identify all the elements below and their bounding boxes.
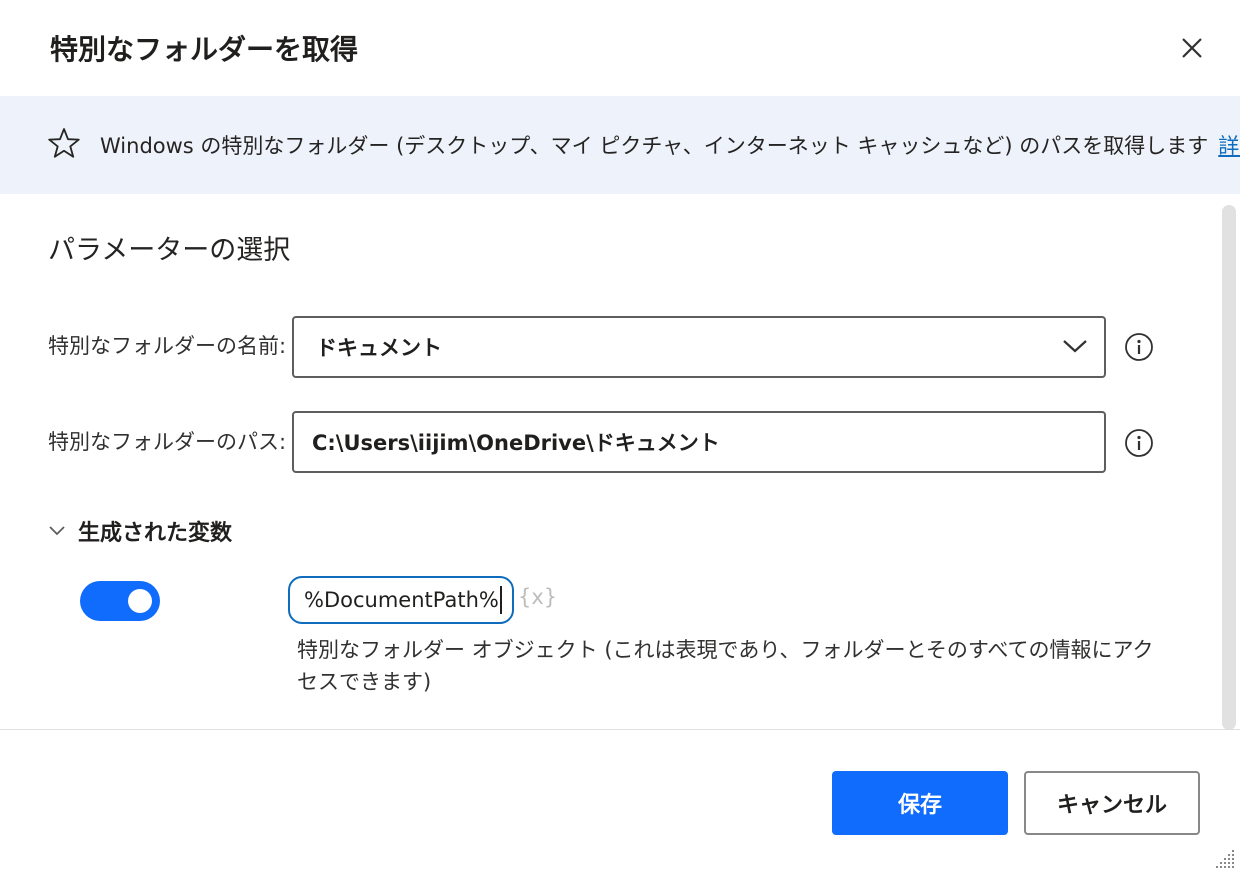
folder-path-value: C:\Users\iijim\OneDrive\ドキュメント — [312, 431, 720, 455]
variable-description: 特別なフォルダー オブジェクト (これは表現であり、フォルダーとそのすべての情報… — [297, 638, 1154, 694]
folder-path-label: 特別なフォルダーのパス: — [48, 430, 287, 454]
chevron-down-icon — [49, 526, 65, 536]
section-title-parameters: パラメーターの選択 — [48, 235, 291, 266]
footer-divider — [0, 729, 1240, 730]
chevron-down-icon — [1063, 340, 1087, 353]
variable-enable-toggle[interactable] — [80, 581, 160, 621]
info-icon[interactable] — [1124, 332, 1154, 362]
save-button[interactable]: 保存 — [832, 771, 1008, 835]
variable-name-value: %DocumentPath% — [304, 588, 499, 612]
toggle-knob — [128, 589, 152, 613]
scrollbar[interactable] — [1222, 205, 1236, 730]
dialog-title: 特別なフォルダーを取得 — [50, 33, 359, 66]
folder-name-dropdown[interactable]: ドキュメント — [292, 316, 1106, 378]
folder-path-field[interactable]: C:\Users\iijim\OneDrive\ドキュメント — [292, 411, 1106, 473]
close-button[interactable] — [1172, 28, 1212, 68]
generated-variables-header: 生成された変数 — [78, 521, 233, 546]
folder-name-label: 特別なフォルダーの名前: — [48, 334, 287, 358]
folder-name-value: ドキュメント — [316, 336, 442, 360]
generated-variables-toggle[interactable]: 生成された変数 — [48, 515, 232, 547]
resize-grip-icon[interactable] — [1214, 848, 1236, 870]
banner-description: Windows の特別なフォルダー (デスクトップ、マイ ピクチャ、インターネッ… — [100, 134, 1209, 158]
variable-picker-button[interactable]: {x} — [518, 585, 557, 609]
info-banner: Windows の特別なフォルダー (デスクトップ、マイ ピクチャ、インターネッ… — [0, 96, 1240, 194]
cancel-button[interactable]: キャンセル — [1024, 771, 1200, 835]
star-outline-icon — [48, 128, 80, 158]
info-icon[interactable] — [1124, 428, 1154, 458]
variable-name-input[interactable]: %DocumentPath% — [288, 576, 514, 624]
close-icon — [1182, 38, 1202, 58]
text-caret — [499, 586, 502, 614]
details-link[interactable]: 詳細 — [1218, 134, 1240, 158]
